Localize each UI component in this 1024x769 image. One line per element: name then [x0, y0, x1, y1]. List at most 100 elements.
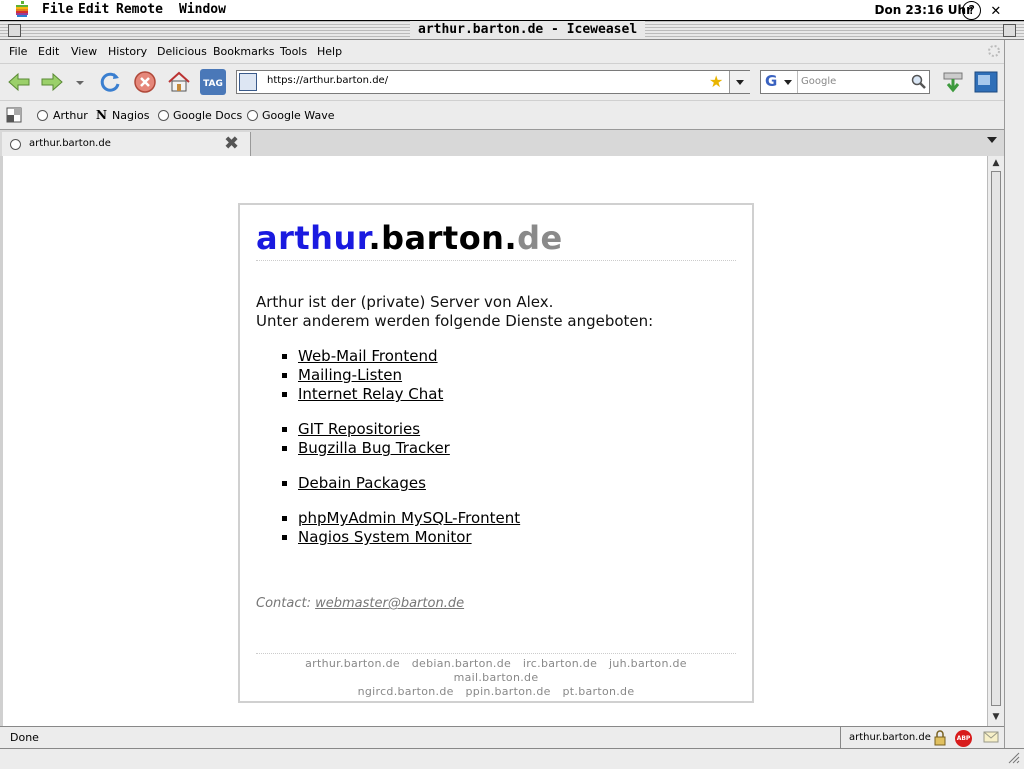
footer-link[interactable]: irc.barton.de: [523, 657, 597, 670]
intro-line-2: Unter anderem werden folgende Dienste an…: [256, 312, 654, 330]
window-bottom-frame: [0, 748, 1024, 769]
bookmark-google-wave-icon: [247, 110, 258, 121]
contact-line: Contact: webmaster@barton.de: [256, 596, 464, 611]
screenshot-icon[interactable]: [973, 69, 999, 95]
search-input[interactable]: Google: [801, 76, 836, 87]
close-icon[interactable]: ✕: [991, 0, 1001, 19]
link-git[interactable]: GIT Repositories: [298, 420, 420, 438]
clock[interactable]: Don 23:16 Uhr: [874, 3, 972, 17]
bookmark-google-wave[interactable]: Google Wave: [262, 109, 334, 122]
footer-link[interactable]: ppin.barton.de: [466, 685, 551, 698]
mail-icon[interactable]: [983, 731, 999, 744]
link-debian-packages[interactable]: Debain Packages: [298, 474, 426, 492]
menu-history[interactable]: History: [108, 45, 147, 58]
bookmarks-toolbar: Arthur N Nagios Google Docs Google Wave: [0, 100, 1024, 129]
window-zoom-box-icon[interactable]: [1003, 24, 1016, 37]
contact-email-link[interactable]: webmaster@barton.de: [315, 596, 464, 611]
contact-label: Contact:: [256, 596, 311, 611]
scroll-thumb[interactable]: [991, 171, 1001, 706]
tab-arthur[interactable]: arthur.barton.de ✖: [2, 132, 251, 156]
footer-link[interactable]: arthur.barton.de: [305, 657, 400, 670]
stop-icon[interactable]: [132, 69, 158, 95]
resize-grip-icon[interactable]: [1007, 751, 1021, 765]
back-icon[interactable]: [6, 69, 32, 95]
footer-row-2: ngircd.barton.de ppin.barton.de pt.barto…: [256, 685, 736, 699]
search-bar[interactable]: G Google: [760, 70, 930, 94]
scroll-down-icon[interactable]: ▼: [990, 711, 1002, 723]
os-menu-file[interactable]: File: [42, 2, 73, 17]
list-item: Bugzilla Bug Tracker: [298, 439, 450, 458]
url-dropdown-icon[interactable]: [729, 71, 750, 93]
link-mailing-lists[interactable]: Mailing-Listen: [298, 366, 402, 384]
service-group-communication: Web-Mail Frontend Mailing-Listen Interne…: [282, 347, 443, 404]
os-menu-window[interactable]: Window: [179, 2, 226, 17]
bookmark-google-docs[interactable]: Google Docs: [173, 109, 242, 122]
download-icon[interactable]: [940, 69, 966, 95]
search-divider: [797, 71, 798, 93]
apple-icon[interactable]: [14, 1, 30, 18]
page-box: arthur.barton.de Arthur ist der (private…: [238, 203, 754, 703]
title-divider: [256, 260, 736, 261]
window-right-frame: [1004, 40, 1024, 768]
os-menubar: File Edit Remote Window Don 23:16 Uhr ? …: [0, 0, 1024, 21]
menu-bookmarks[interactable]: Bookmarks: [213, 45, 274, 58]
title-barton: .barton.: [368, 219, 518, 257]
reload-icon[interactable]: [97, 69, 123, 95]
menu-tools[interactable]: Tools: [280, 45, 307, 58]
security-lock-icon[interactable]: [932, 730, 948, 746]
scroll-up-icon[interactable]: ▲: [990, 157, 1002, 169]
bookmark-arthur[interactable]: Arthur: [53, 109, 88, 122]
page-title: arthur.barton.de: [256, 219, 563, 257]
tag-icon[interactable]: TAG: [200, 69, 226, 95]
home-icon[interactable]: [166, 69, 192, 95]
link-web-mail[interactable]: Web-Mail Frontend: [298, 347, 438, 365]
footer-links: arthur.barton.de debian.barton.de irc.ba…: [256, 657, 736, 699]
menu-file[interactable]: File: [9, 45, 27, 58]
engine-dropdown-icon[interactable]: [783, 79, 793, 87]
footer-link[interactable]: pt.barton.de: [563, 685, 635, 698]
google-engine-icon[interactable]: G: [765, 72, 777, 90]
vertical-scrollbar[interactable]: ▲ ▼: [987, 156, 1004, 726]
menu-help[interactable]: Help: [317, 45, 342, 58]
history-dropdown-icon[interactable]: [72, 69, 88, 95]
forward-icon[interactable]: [39, 69, 65, 95]
intro-text: Arthur ist der (private) Server von Alex…: [256, 293, 653, 331]
url-bar[interactable]: https://arthur.barton.de/ ★: [236, 70, 750, 94]
os-menu-remote[interactable]: Remote: [116, 2, 163, 17]
adblock-icon[interactable]: ABP: [955, 730, 972, 747]
url-input[interactable]: https://arthur.barton.de/: [267, 75, 388, 86]
link-irc[interactable]: Internet Relay Chat: [298, 385, 443, 403]
bookmark-nagios[interactable]: Nagios: [112, 109, 149, 122]
list-item: Mailing-Listen: [298, 366, 443, 385]
tab-label: arthur.barton.de: [29, 138, 111, 149]
tab-favicon-icon: [10, 139, 21, 150]
window-close-box-icon[interactable]: [8, 24, 21, 37]
service-group-development: GIT Repositories Bugzilla Bug Tracker: [282, 420, 450, 458]
footer-link[interactable]: debian.barton.de: [412, 657, 511, 670]
app-menubar: File Edit View History Delicious Bookmar…: [0, 40, 1024, 62]
footer-link[interactable]: juh.barton.de: [609, 657, 687, 670]
menu-view[interactable]: View: [71, 45, 97, 58]
menu-delicious[interactable]: Delicious: [157, 45, 207, 58]
site-favicon-icon: [239, 73, 257, 91]
bookmark-google-docs-icon: [158, 110, 169, 121]
intro-line-1: Arthur ist der (private) Server von Alex…: [256, 293, 554, 311]
list-item: GIT Repositories: [298, 420, 450, 439]
menu-edit[interactable]: Edit: [38, 45, 59, 58]
tab-close-icon[interactable]: ✖: [224, 133, 239, 154]
help-icon[interactable]: ?: [962, 1, 981, 20]
bookmarks-menu-icon[interactable]: [6, 107, 22, 123]
window-titlebar[interactable]: arthur.barton.de - Iceweasel: [0, 21, 1024, 40]
tab-list-icon[interactable]: [986, 135, 998, 145]
list-item: Nagios System Monitor: [298, 528, 520, 547]
footer-link[interactable]: mail.barton.de: [454, 671, 539, 684]
link-phpmyadmin[interactable]: phpMyAdmin MySQL-Frontent: [298, 509, 520, 527]
link-nagios[interactable]: Nagios System Monitor: [298, 528, 472, 546]
status-text: Done: [10, 731, 39, 744]
bookmark-star-icon[interactable]: ★: [709, 73, 723, 91]
footer-link[interactable]: ngircd.barton.de: [358, 685, 454, 698]
search-icon[interactable]: [911, 74, 927, 90]
link-bugzilla[interactable]: Bugzilla Bug Tracker: [298, 439, 450, 457]
os-menu-edit[interactable]: Edit: [78, 2, 109, 17]
footer-divider: [256, 653, 736, 654]
